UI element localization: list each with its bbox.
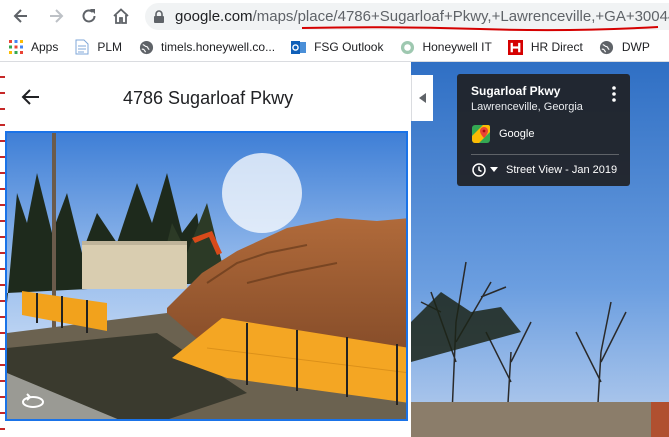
imagery-date-dropdown[interactable]: Street View - Jan 2019 — [471, 162, 617, 178]
reload-button[interactable] — [76, 3, 102, 29]
caret-down-icon — [490, 167, 498, 172]
panel-header: 4786 Sugarloaf Pkwy — [0, 62, 411, 132]
forward-arrow-icon — [50, 9, 64, 23]
bookmarks-bar: Apps PLM timels.honeywell.co... FSG Outl… — [0, 33, 669, 61]
forward-button[interactable] — [43, 3, 69, 29]
chevron-left-icon — [418, 93, 426, 103]
bookmark-honeywell-it[interactable]: Honeywell IT — [391, 33, 499, 61]
bookmark-label: PLM — [97, 40, 123, 54]
panel-back-button[interactable] — [20, 86, 42, 108]
place-panel: 4786 Sugarloaf Pkwy — [0, 62, 411, 437]
browser-toolbar: google.com/maps/place/4786+Sugarloaf+Pkw… — [0, 0, 669, 33]
back-arrow-icon — [13, 9, 27, 23]
history-clock-icon — [472, 163, 486, 177]
bookmark-label: DWP — [621, 40, 650, 54]
street-name: Sugarloaf Pkwy — [471, 84, 561, 98]
page-title: 4786 Sugarloaf Pkwy — [123, 88, 294, 108]
card-divider — [471, 154, 619, 155]
red-annotation-underline — [301, 26, 659, 32]
provider-label: Google — [499, 128, 535, 140]
url-path: /maps/place/4786+Sugarloaf+Pkwy,+Lawrenc… — [252, 8, 669, 25]
back-arrow-icon — [21, 89, 39, 105]
imagery-date-label: Street View - Jan 2019 — [506, 164, 618, 176]
bookmark-label: Apps — [31, 40, 59, 54]
bookmark-timels[interactable]: timels.honeywell.co... — [130, 33, 283, 61]
more-vert-icon — [612, 86, 616, 102]
page-icon — [74, 39, 90, 55]
bookmark-dwp[interactable]: DWP — [591, 33, 658, 61]
home-icon — [113, 8, 129, 24]
bookmark-label: timels.honeywell.co... — [161, 40, 276, 54]
lock-icon — [154, 9, 164, 23]
apps-grid-icon — [8, 39, 24, 55]
url-host: google.com — [175, 8, 253, 25]
bookmark-hr-direct[interactable]: HR Direct — [500, 33, 591, 61]
google-maps-icon — [472, 125, 490, 143]
bookmark-fsg-outlook[interactable]: FSG Outlook — [283, 33, 391, 61]
h-icon — [508, 39, 524, 55]
back-button[interactable] — [8, 3, 34, 29]
photo-scene — [7, 133, 406, 419]
bookmark-label: FSG Outlook — [314, 40, 384, 54]
reload-icon — [82, 9, 96, 23]
collapse-panel-button[interactable] — [411, 75, 433, 121]
rotate-360-icon[interactable] — [20, 391, 46, 411]
bookmark-label: HR Direct — [530, 40, 583, 54]
home-button[interactable] — [108, 3, 134, 29]
left-edge-strip — [0, 62, 5, 437]
street-view-photo[interactable] — [5, 131, 408, 421]
locality: Lawrenceville, Georgia — [471, 101, 583, 113]
bookmark-label: Honeywell IT — [422, 40, 492, 54]
bookmark-plm[interactable]: PLM — [66, 33, 130, 61]
provider-row[interactable]: Google — [471, 124, 534, 144]
more-options-button[interactable] — [607, 84, 621, 104]
outlook-icon — [291, 39, 307, 55]
globe-icon — [138, 39, 154, 55]
circle-icon — [399, 39, 415, 55]
street-view-info-card: Sugarloaf Pkwy Lawrenceville, Georgia Go… — [457, 74, 630, 186]
globe-icon — [599, 39, 615, 55]
bookmark-apps[interactable]: Apps — [0, 33, 66, 61]
